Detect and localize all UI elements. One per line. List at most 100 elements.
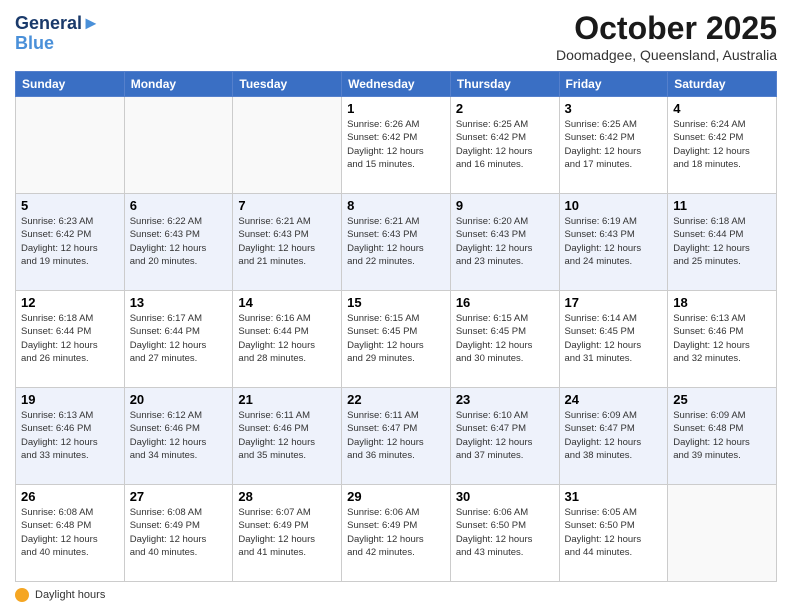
day-number: 2 — [456, 101, 554, 116]
day-number: 5 — [21, 198, 119, 213]
calendar-cell-3-3: 22 Sunrise: 6:11 AM Sunset: 6:47 PM Dayli… — [342, 388, 451, 485]
calendar-week-row-1: 5Sunrise: 6:23 AM Sunset: 6:42 PM Daylig… — [16, 194, 777, 291]
day-detail: Sunrise: 6:13 AM Sunset: 6:46 PM Dayligh… — [21, 409, 119, 462]
day-detail: Sunrise: 6:06 AM Sunset: 6:50 PM Dayligh… — [456, 506, 554, 559]
header-sunday: Sunday — [16, 72, 125, 97]
calendar-cell-0-3: 1 Sunrise: 6:26 AM Sunset: 6:42 PM Daylig… — [342, 97, 451, 194]
day-detail: Sunrise: 6:11 AM Sunset: 6:46 PM Dayligh… — [238, 409, 336, 462]
day-detail: Sunrise: 6:25 AM Sunset: 6:42 PM Dayligh… — [456, 118, 554, 171]
calendar-cell-2-0: 12Sunrise: 6:18 AM Sunset: 6:44 PM Dayli… — [16, 291, 125, 388]
day-number: 15 — [347, 295, 445, 310]
calendar-cell-2-1: 13 Sunrise: 6:17 AM Sunset: 6:44 PM Dayli… — [124, 291, 233, 388]
header-tuesday: Tuesday — [233, 72, 342, 97]
header-thursday: Thursday — [450, 72, 559, 97]
day-number: 4 — [673, 101, 771, 116]
calendar-cell-4-2: 28 Sunrise: 6:07 AM Sunset: 6:49 PM Dayli… — [233, 485, 342, 582]
calendar-week-row-4: 26Sunrise: 6:08 AM Sunset: 6:48 PM Dayli… — [16, 485, 777, 582]
page: General► Blue October 2025 Doomadgee, Qu… — [0, 0, 792, 612]
day-number: 13 — [130, 295, 228, 310]
calendar-cell-3-0: 19 Sunrise: 6:13 AM Sunset: 6:46 PM Dayli… — [16, 388, 125, 485]
calendar-cell-3-1: 20 Sunrise: 6:12 AM Sunset: 6:46 PM Dayli… — [124, 388, 233, 485]
calendar-cell-4-4: 30Sunrise: 6:06 AM Sunset: 6:50 PM Dayli… — [450, 485, 559, 582]
header-friday: Friday — [559, 72, 668, 97]
calendar-cell-2-3: 15 Sunrise: 6:15 AM Sunset: 6:45 PM Dayli… — [342, 291, 451, 388]
day-number: 18 — [673, 295, 771, 310]
day-number: 14 — [238, 295, 336, 310]
logo-text: General► — [15, 14, 100, 34]
daylight-label: Daylight hours — [35, 589, 105, 601]
calendar-week-row-3: 19 Sunrise: 6:13 AM Sunset: 6:46 PM Dayli… — [16, 388, 777, 485]
day-number: 31 — [565, 489, 663, 504]
day-detail: Sunrise: 6:09 AM Sunset: 6:48 PM Dayligh… — [673, 409, 771, 462]
calendar-cell-0-5: 3 Sunrise: 6:25 AM Sunset: 6:42 PM Daylig… — [559, 97, 668, 194]
day-number: 7 — [238, 198, 336, 213]
calendar-cell-4-6 — [668, 485, 777, 582]
day-detail: Sunrise: 6:26 AM Sunset: 6:42 PM Dayligh… — [347, 118, 445, 171]
calendar-cell-1-1: 6Sunrise: 6:22 AM Sunset: 6:43 PM Daylig… — [124, 194, 233, 291]
day-detail: Sunrise: 6:20 AM Sunset: 6:43 PM Dayligh… — [456, 215, 554, 268]
day-number: 10 — [565, 198, 663, 213]
day-detail: Sunrise: 6:16 AM Sunset: 6:44 PM Dayligh… — [238, 312, 336, 365]
day-number: 21 — [238, 392, 336, 407]
day-detail: Sunrise: 6:19 AM Sunset: 6:43 PM Dayligh… — [565, 215, 663, 268]
calendar-cell-1-5: 10 Sunrise: 6:19 AM Sunset: 6:43 PM Dayli… — [559, 194, 668, 291]
day-detail: Sunrise: 6:06 AM Sunset: 6:49 PM Dayligh… — [347, 506, 445, 559]
day-detail: Sunrise: 6:14 AM Sunset: 6:45 PM Dayligh… — [565, 312, 663, 365]
day-detail: Sunrise: 6:08 AM Sunset: 6:49 PM Dayligh… — [130, 506, 228, 559]
day-number: 25 — [673, 392, 771, 407]
day-detail: Sunrise: 6:15 AM Sunset: 6:45 PM Dayligh… — [456, 312, 554, 365]
day-number: 3 — [565, 101, 663, 116]
calendar-table: Sunday Monday Tuesday Wednesday Thursday… — [15, 71, 777, 582]
day-detail: Sunrise: 6:10 AM Sunset: 6:47 PM Dayligh… — [456, 409, 554, 462]
calendar-cell-0-6: 4 Sunrise: 6:24 AM Sunset: 6:42 PM Daylig… — [668, 97, 777, 194]
day-number: 20 — [130, 392, 228, 407]
calendar-cell-1-0: 5Sunrise: 6:23 AM Sunset: 6:42 PM Daylig… — [16, 194, 125, 291]
day-number: 28 — [238, 489, 336, 504]
sun-icon — [15, 588, 29, 602]
day-detail: Sunrise: 6:17 AM Sunset: 6:44 PM Dayligh… — [130, 312, 228, 365]
day-detail: Sunrise: 6:07 AM Sunset: 6:49 PM Dayligh… — [238, 506, 336, 559]
calendar-cell-0-2 — [233, 97, 342, 194]
day-number: 9 — [456, 198, 554, 213]
calendar-cell-1-4: 9 Sunrise: 6:20 AM Sunset: 6:43 PM Daylig… — [450, 194, 559, 291]
calendar-cell-1-3: 8 Sunrise: 6:21 AM Sunset: 6:43 PM Daylig… — [342, 194, 451, 291]
calendar-cell-2-4: 16 Sunrise: 6:15 AM Sunset: 6:45 PM Dayli… — [450, 291, 559, 388]
day-number: 27 — [130, 489, 228, 504]
location: Doomadgee, Queensland, Australia — [556, 47, 777, 63]
calendar-cell-4-1: 27 Sunrise: 6:08 AM Sunset: 6:49 PM Dayli… — [124, 485, 233, 582]
calendar-header-row: Sunday Monday Tuesday Wednesday Thursday… — [16, 72, 777, 97]
day-number: 26 — [21, 489, 119, 504]
day-detail: Sunrise: 6:11 AM Sunset: 6:47 PM Dayligh… — [347, 409, 445, 462]
calendar-cell-4-5: 31Sunrise: 6:05 AM Sunset: 6:50 PM Dayli… — [559, 485, 668, 582]
day-detail: Sunrise: 6:13 AM Sunset: 6:46 PM Dayligh… — [673, 312, 771, 365]
day-detail: Sunrise: 6:24 AM Sunset: 6:42 PM Dayligh… — [673, 118, 771, 171]
calendar-cell-3-2: 21 Sunrise: 6:11 AM Sunset: 6:46 PM Dayli… — [233, 388, 342, 485]
calendar-cell-1-6: 11 Sunrise: 6:18 AM Sunset: 6:44 PM Dayli… — [668, 194, 777, 291]
day-number: 16 — [456, 295, 554, 310]
day-detail: Sunrise: 6:21 AM Sunset: 6:43 PM Dayligh… — [347, 215, 445, 268]
calendar-cell-3-4: 23Sunrise: 6:10 AM Sunset: 6:47 PM Dayli… — [450, 388, 559, 485]
day-detail: Sunrise: 6:25 AM Sunset: 6:42 PM Dayligh… — [565, 118, 663, 171]
calendar-cell-0-1 — [124, 97, 233, 194]
day-detail: Sunrise: 6:15 AM Sunset: 6:45 PM Dayligh… — [347, 312, 445, 365]
day-detail: Sunrise: 6:18 AM Sunset: 6:44 PM Dayligh… — [673, 215, 771, 268]
day-detail: Sunrise: 6:12 AM Sunset: 6:46 PM Dayligh… — [130, 409, 228, 462]
day-number: 19 — [21, 392, 119, 407]
calendar-cell-2-6: 18 Sunrise: 6:13 AM Sunset: 6:46 PM Dayli… — [668, 291, 777, 388]
day-number: 24 — [565, 392, 663, 407]
day-number: 11 — [673, 198, 771, 213]
calendar-cell-0-0 — [16, 97, 125, 194]
day-number: 17 — [565, 295, 663, 310]
day-number: 1 — [347, 101, 445, 116]
header-monday: Monday — [124, 72, 233, 97]
title-block: October 2025 Doomadgee, Queensland, Aust… — [556, 10, 777, 63]
day-detail: Sunrise: 6:22 AM Sunset: 6:43 PM Dayligh… — [130, 215, 228, 268]
calendar-cell-2-2: 14 Sunrise: 6:16 AM Sunset: 6:44 PM Dayli… — [233, 291, 342, 388]
calendar-cell-4-0: 26Sunrise: 6:08 AM Sunset: 6:48 PM Dayli… — [16, 485, 125, 582]
header-saturday: Saturday — [668, 72, 777, 97]
day-number: 22 — [347, 392, 445, 407]
logo-text-blue: Blue — [15, 34, 100, 54]
day-number: 8 — [347, 198, 445, 213]
day-number: 12 — [21, 295, 119, 310]
calendar-cell-1-2: 7Sunrise: 6:21 AM Sunset: 6:43 PM Daylig… — [233, 194, 342, 291]
